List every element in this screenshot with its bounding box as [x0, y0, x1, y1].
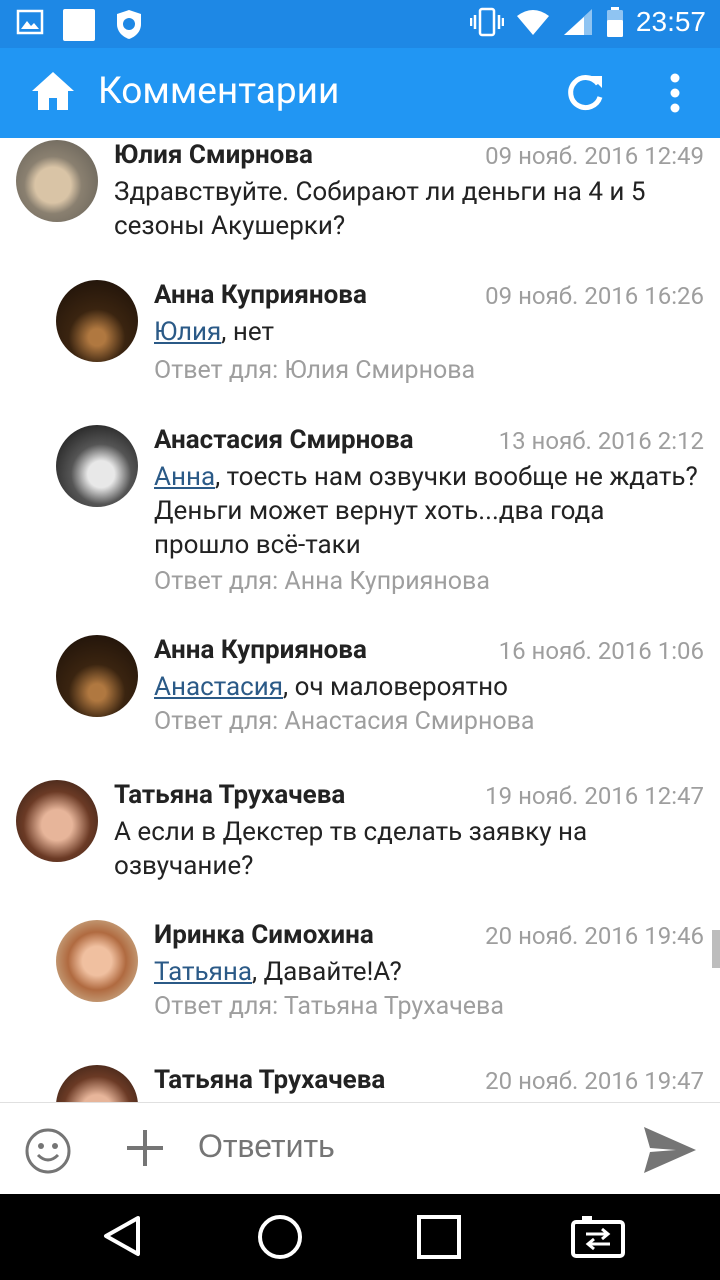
back-button[interactable] [100, 1214, 144, 1262]
app-bar: Комментарии [0, 48, 720, 138]
comment-body: , Давайте!А? [252, 957, 402, 987]
comment-author[interactable]: Анна Куприянова [154, 280, 367, 310]
clock: 23:57 [635, 6, 706, 37]
avatar[interactable] [56, 920, 138, 1002]
avatar[interactable] [16, 140, 98, 222]
mention-link[interactable]: Анна [154, 462, 215, 492]
switch-icon [571, 1216, 625, 1258]
comment-date: 20 нояб. 2016 19:46 [485, 922, 704, 950]
comment-text: Юлия, нет [154, 315, 704, 349]
comment-author[interactable]: Анастасия Смирнова [154, 425, 414, 455]
comment-author[interactable]: Юлия Смирнова [114, 140, 313, 170]
refresh-button[interactable] [564, 72, 606, 118]
reply-item: Анастасия Смирнова 13 нояб. 2016 2:12 Ан… [0, 423, 720, 603]
comment-body: , тоесть нам озвучки вообще не ждать? Де… [154, 462, 698, 560]
comment-author[interactable]: Иринка Симохина [154, 920, 374, 950]
more-options-button[interactable] [660, 72, 690, 118]
comment-item: Юлия Смирнова 09 нояб. 2016 12:49 Здравс… [0, 138, 720, 268]
shield-notification-icon [117, 10, 141, 39]
comment-body: , оч маловероятно [283, 672, 508, 702]
avatar[interactable] [16, 780, 98, 862]
image-notification-icon [16, 9, 44, 35]
comment-text: Анна, тоесть нам озвучки вообще не ждать… [154, 460, 704, 562]
blank-notification-icon [63, 9, 95, 41]
comment-date: 19 нояб. 2016 12:47 [485, 782, 704, 810]
reply-to-label[interactable]: Ответ для: Татьяна Трухачева [154, 992, 504, 1021]
comment-date: 20 нояб. 2016 19:47 [485, 1067, 704, 1095]
vibrate-icon [469, 7, 504, 37]
comment-body: Здравствуйте. Собирают ли деньги на 4 и … [114, 177, 646, 241]
wifi-icon [516, 10, 549, 35]
comment-text: Здравствуйте. Собирают ли деньги на 4 и … [114, 175, 704, 243]
avatar[interactable] [56, 425, 138, 507]
comment-author[interactable]: Татьяна Трухачева [154, 1065, 385, 1095]
mention-link[interactable]: Юлия [154, 317, 221, 347]
avatar[interactable] [56, 635, 138, 717]
comment-author[interactable]: Татьяна Трухачева [114, 780, 345, 810]
comment-text: Анастасия, оч маловероятно [154, 670, 704, 704]
recents-button[interactable] [416, 1214, 462, 1264]
plus-icon [127, 1130, 163, 1166]
comment-author[interactable]: Анна Куприянова [154, 635, 367, 665]
comment-date: 16 нояб. 2016 1:06 [498, 637, 704, 665]
reply-to-label[interactable]: Ответ для: Анна Куприянова [154, 567, 490, 596]
home-icon [32, 72, 74, 110]
emoji-button[interactable] [24, 1127, 72, 1179]
home-button[interactable] [30, 70, 76, 116]
mention-link[interactable]: Анастасия [154, 672, 283, 702]
reply-bar [0, 1102, 720, 1195]
navigation-bar [0, 1194, 720, 1280]
reply-item: Татьяна Трухачева 20 нояб. 2016 19:47 [0, 1063, 720, 1102]
battery-icon [606, 7, 623, 37]
home-nav-icon [258, 1215, 302, 1259]
more-vert-icon [670, 73, 680, 113]
reply-to-label[interactable]: Ответ для: Юлия Смирнова [154, 356, 475, 385]
recents-icon [417, 1215, 461, 1259]
comment-date: 09 нояб. 2016 16:26 [485, 282, 704, 310]
avatar[interactable] [56, 1065, 138, 1102]
back-icon [104, 1216, 140, 1256]
reply-item: Иринка Симохина 20 нояб. 2016 19:46 Тать… [0, 918, 720, 1038]
reply-input[interactable] [196, 1127, 620, 1166]
reply-item: Анна Куприянова 09 нояб. 2016 16:26 Юлия… [0, 278, 720, 398]
comment-date: 09 нояб. 2016 12:49 [485, 142, 704, 170]
comment-text: А если в Декстер тв сделать заявку на оз… [114, 815, 704, 883]
reply-item: Анна Куприянова 16 нояб. 2016 1:06 Анаст… [0, 633, 720, 753]
comment-text: Татьяна, Давайте!А? [154, 955, 704, 989]
status-bar: 23:57 [0, 0, 720, 48]
send-icon [644, 1127, 696, 1173]
emoji-icon [25, 1128, 71, 1174]
attach-button[interactable] [124, 1127, 166, 1173]
reply-to-label[interactable]: Ответ для: Анастасия Смирнова [154, 707, 535, 736]
refresh-icon [568, 75, 603, 111]
switch-button[interactable] [570, 1214, 626, 1264]
comment-item: Татьяна Трухачева 19 нояб. 2016 12:47 А … [0, 778, 720, 908]
mention-link[interactable]: Татьяна [154, 957, 252, 987]
cell-signal-icon [563, 9, 592, 35]
comment-date: 13 нояб. 2016 2:12 [498, 427, 704, 455]
scrollbar[interactable] [712, 930, 720, 968]
send-button[interactable] [640, 1123, 698, 1181]
home-nav-button[interactable] [257, 1214, 303, 1264]
comments-list[interactable]: Юлия Смирнова 09 нояб. 2016 12:49 Здравс… [0, 138, 720, 1102]
comment-body: А если в Декстер тв сделать заявку на оз… [114, 817, 588, 881]
avatar[interactable] [56, 280, 138, 362]
page-title: Комментарии [98, 70, 340, 113]
comment-body: , нет [221, 317, 275, 347]
